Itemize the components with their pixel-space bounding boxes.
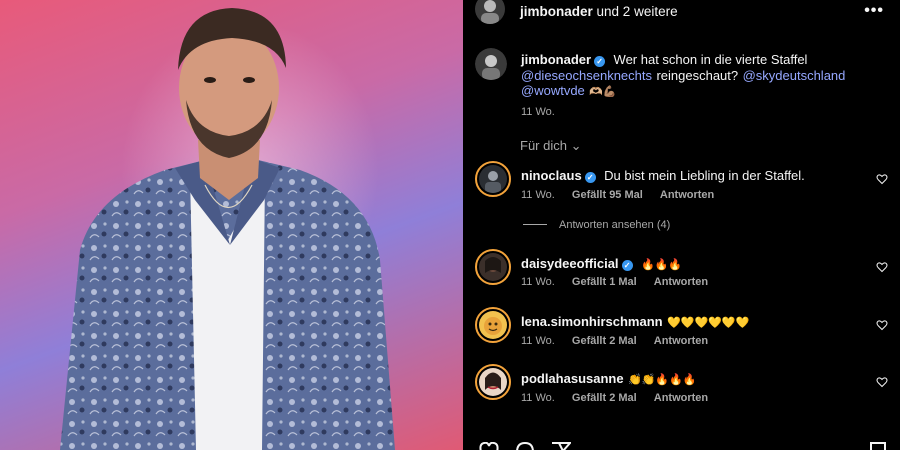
- divider: [523, 224, 547, 225]
- comment-text: 🔥🔥🔥: [641, 258, 683, 271]
- verified-badge-icon: ✓: [621, 260, 633, 271]
- post-caption: jimbonader ✓ Wer hat schon in die vierte …: [521, 52, 851, 100]
- comment-username[interactable]: ninoclaus: [521, 168, 582, 183]
- comment-username[interactable]: lena.simonhirschmann: [521, 314, 663, 329]
- heart-icon[interactable]: [876, 173, 888, 185]
- comment-time: 11 Wo.: [521, 276, 555, 288]
- person-illustration: [60, 8, 395, 450]
- comment-meta: 11 Wo. Gefällt 2 Mal Antworten: [521, 335, 722, 347]
- chevron-down-icon: ⌄: [570, 138, 582, 153]
- caption-mention[interactable]: @dieseochsenknechts: [521, 68, 652, 83]
- comment-body: ninoclaus ✓ Du bist mein Liebling in der …: [521, 167, 805, 185]
- heart-icon[interactable]: [876, 261, 888, 273]
- comment-likes[interactable]: Gefällt 2 Mal: [572, 392, 637, 404]
- header-suffix[interactable]: und 2 weitere: [597, 4, 678, 19]
- share-icon[interactable]: [551, 441, 571, 450]
- avatar[interactable]: [475, 249, 511, 285]
- comment-likes[interactable]: Gefällt 2 Mal: [572, 335, 637, 347]
- header-username[interactable]: jimbonader: [520, 4, 593, 19]
- bookmark-icon[interactable]: [870, 442, 886, 450]
- avatar[interactable]: [475, 307, 511, 343]
- avatar[interactable]: [475, 161, 511, 197]
- comment-meta: 11 Wo. Gefällt 2 Mal Antworten: [521, 392, 722, 404]
- comment-username[interactable]: daisydeeofficial: [521, 256, 619, 271]
- post-detail-panel: jimbonader und 2 weitere ••• jimbonader ✓…: [463, 0, 900, 450]
- avatar[interactable]: [475, 364, 511, 400]
- view-replies-button[interactable]: Antworten ansehen (4): [523, 219, 670, 231]
- heart-icon[interactable]: [479, 442, 499, 450]
- comment-time: 11 Wo.: [521, 189, 555, 201]
- action-bar: [463, 438, 900, 450]
- reply-button[interactable]: Antworten: [654, 392, 708, 404]
- comment-meta: 11 Wo. Gefällt 95 Mal Antworten: [521, 189, 728, 201]
- comment-time: 11 Wo.: [521, 392, 555, 404]
- caption-time: 11 Wo.: [521, 106, 555, 118]
- comment-filter[interactable]: Für dich ⌄: [520, 138, 582, 154]
- comment-body: daisydeeofficial ✓ 🔥🔥🔥: [521, 255, 682, 273]
- reply-button[interactable]: Antworten: [660, 189, 714, 201]
- comment-text: 👏👏🔥🔥🔥: [628, 373, 697, 386]
- caption-text: Wer hat schon in die vierte Staffel: [613, 52, 808, 67]
- comment-time: 11 Wo.: [521, 335, 555, 347]
- caption-username[interactable]: jimbonader: [521, 52, 591, 67]
- comment-likes[interactable]: Gefällt 1 Mal: [572, 276, 637, 288]
- comment-username[interactable]: podlahasusanne: [521, 371, 624, 386]
- verified-badge-icon: ✓: [584, 172, 596, 183]
- comment-text: Du bist mein Liebling in der Staffel.: [604, 168, 805, 183]
- comment-body: lena.simonhirschmann 💛💛💛💛💛💛: [521, 313, 749, 331]
- caption-mention[interactable]: @wowtvde: [521, 83, 585, 98]
- verified-badge-icon: ✓: [594, 56, 606, 67]
- avatar[interactable]: [475, 0, 505, 24]
- comment-body: podlahasusanne 👏👏🔥🔥🔥: [521, 370, 697, 388]
- avatar[interactable]: [475, 48, 507, 80]
- view-replies-label: Antworten ansehen (4): [559, 219, 671, 231]
- reply-button[interactable]: Antworten: [654, 276, 708, 288]
- heart-icon[interactable]: [876, 376, 888, 388]
- caption-mention[interactable]: @skydeutschland: [743, 68, 846, 83]
- heart-icon[interactable]: [876, 319, 888, 331]
- header-title: jimbonader und 2 weitere: [520, 4, 678, 19]
- post-image[interactable]: [0, 0, 463, 450]
- comment-icon[interactable]: [515, 442, 535, 450]
- post-header: jimbonader und 2 weitere •••: [463, 0, 900, 30]
- caption-emojis: 🫶🏼💪🏽: [589, 85, 617, 98]
- comment-likes[interactable]: Gefällt 95 Mal: [572, 189, 643, 201]
- comment-filter-label: Für dich: [520, 138, 567, 153]
- comment-text: 💛💛💛💛💛💛: [667, 316, 750, 329]
- caption-text-2: reingeschaut?: [656, 67, 739, 83]
- reply-button[interactable]: Antworten: [654, 335, 708, 347]
- comment-meta: 11 Wo. Gefällt 1 Mal Antworten: [521, 276, 722, 288]
- more-horizontal-icon[interactable]: •••: [864, 2, 884, 20]
